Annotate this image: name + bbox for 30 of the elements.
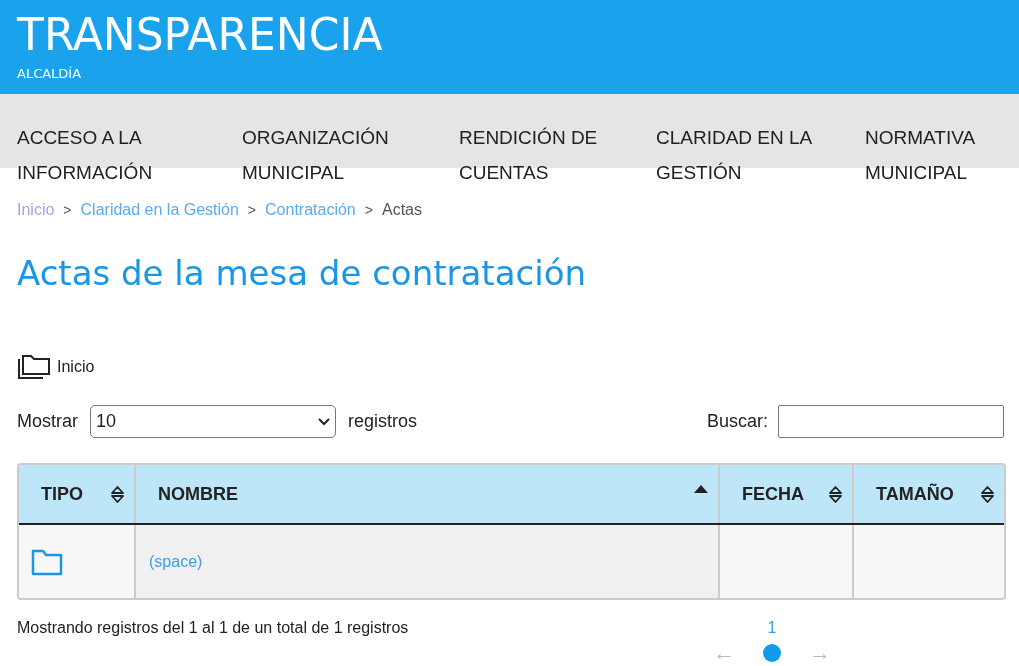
column-header[interactable]: FECHA — [718, 465, 852, 523]
column-header[interactable]: TIPO — [19, 465, 134, 523]
chevron-down-icon — [318, 417, 330, 426]
column-header[interactable]: TAMAÑO — [852, 465, 1004, 523]
show-label: Mostrar — [17, 410, 78, 433]
folder-icon[interactable] — [31, 547, 63, 576]
folder-path-link[interactable]: Inicio — [57, 355, 95, 379]
nav-link[interactable]: ACCESO A LA INFORMACIÓN — [17, 120, 242, 190]
nav-link[interactable]: RENDICIÓN DE CUENTAS — [459, 120, 656, 190]
column-header[interactable]: NOMBRE — [134, 465, 718, 523]
folders-icon — [17, 353, 51, 381]
site-title: TRANSPARENCIA — [17, 10, 383, 60]
site-subtitle: ALCALDÍA — [17, 65, 82, 83]
current-page-label: Actas — [381, 200, 422, 220]
breadcrumb-separator: > — [364, 200, 373, 220]
breadcrumb-separator: > — [247, 200, 257, 220]
nav-link[interactable]: CLARIDAD EN LA GESTIÓN — [656, 120, 865, 190]
sort-icon — [981, 485, 994, 503]
breadcrumb-separator: > — [63, 200, 72, 220]
sort-ascending-icon — [694, 485, 708, 493]
sort-icon — [829, 485, 842, 503]
table-info: Mostrando registros del 1 al 1 de un total de 1 registros — [17, 618, 410, 638]
nav-link[interactable]: ORGANIZACIÓN MUNICIPAL — [242, 120, 459, 190]
search-label: Buscar: — [706, 410, 768, 433]
page-size-select[interactable]: 10 — [90, 405, 336, 438]
page-title: Actas de la mesa de contratación — [16, 252, 587, 295]
nav-link[interactable]: NORMATIVA MUNICIPAL — [865, 120, 1015, 190]
sort-icon — [111, 485, 124, 503]
search-field[interactable] — [778, 405, 1004, 438]
records-label: registros — [348, 410, 418, 433]
